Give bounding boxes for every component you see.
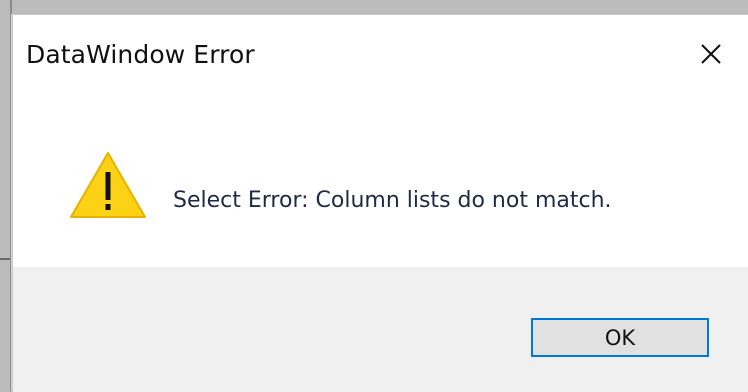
close-button[interactable] bbox=[694, 37, 728, 71]
warning-icon bbox=[70, 152, 146, 218]
error-dialog: DataWindow Error Select Error: Column li… bbox=[12, 14, 748, 392]
dialog-footer: OK bbox=[13, 267, 748, 392]
error-message: Select Error: Column lists do not match. bbox=[173, 188, 612, 213]
background-window-tick bbox=[0, 258, 10, 260]
dialog-titlebar[interactable]: DataWindow Error bbox=[13, 15, 748, 95]
close-icon bbox=[701, 44, 721, 64]
ok-button[interactable]: OK bbox=[531, 318, 709, 357]
dialog-title: DataWindow Error bbox=[26, 40, 255, 69]
dialog-content: Select Error: Column lists do not match. bbox=[13, 95, 748, 267]
